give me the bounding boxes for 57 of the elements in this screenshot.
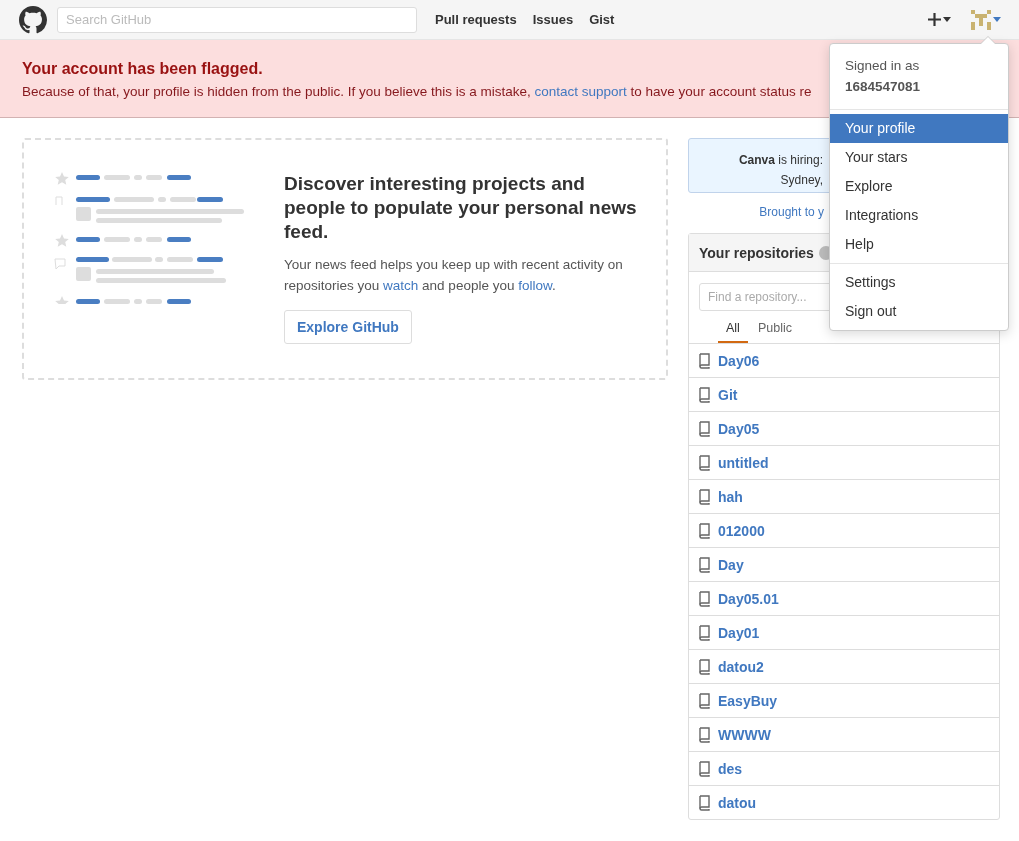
repository-link[interactable]: des xyxy=(718,760,743,777)
menu-item[interactable]: Your profile xyxy=(830,114,1008,143)
job-ad-text: Sydney, xyxy=(779,172,823,189)
menu-item[interactable]: Settings xyxy=(830,268,1008,297)
book-icon xyxy=(699,488,711,505)
signed-in-label: Signed in as xyxy=(845,58,920,73)
repository-link[interactable]: Day xyxy=(718,556,744,573)
book-icon xyxy=(699,454,711,471)
repository-link[interactable]: Day01 xyxy=(718,624,760,641)
repository-link[interactable]: datou xyxy=(718,794,757,811)
book-icon xyxy=(699,420,711,437)
book-icon xyxy=(699,794,711,811)
repository-link[interactable]: hah xyxy=(718,488,743,505)
sponsor-text: Brought to y xyxy=(759,205,824,219)
news-heading: Discover interesting projects and people to populate your personal news feed. xyxy=(284,172,638,244)
book-icon xyxy=(699,658,711,675)
repository-link[interactable]: datou2 xyxy=(718,658,764,675)
menu-item[interactable]: Sign out xyxy=(830,297,1008,326)
plus-icon[interactable] xyxy=(928,13,941,26)
flash-title: Your account has been flagged. xyxy=(22,60,263,78)
book-icon xyxy=(699,726,711,743)
repository-link[interactable]: Day05 xyxy=(718,420,760,437)
search-field[interactable]: Search GitHub xyxy=(57,6,417,33)
nav-link[interactable]: Issues xyxy=(532,12,574,27)
book-icon xyxy=(699,624,711,641)
repository-link[interactable]: WWWW xyxy=(718,726,771,743)
book-icon xyxy=(699,522,711,539)
book-icon xyxy=(699,386,711,403)
book-icon xyxy=(699,692,711,709)
news-description: Your news feed helps you keep up with recent activity on repositories you watch and people you follow. xyxy=(284,256,624,295)
contact-support-link[interactable]: contact support xyxy=(534,84,627,99)
book-icon xyxy=(699,556,711,573)
repository-link[interactable]: Git xyxy=(718,386,738,403)
explore-github-button[interactable]: Explore GitHub xyxy=(284,310,412,344)
filter-tab[interactable]: Public xyxy=(749,319,800,343)
menu-item[interactable]: Explore xyxy=(830,172,1008,201)
job-ad-text: Canva is hiring: xyxy=(737,152,823,169)
book-icon xyxy=(699,590,711,607)
octocat-logo-icon[interactable] xyxy=(19,5,47,34)
menu-item[interactable]: Integrations xyxy=(830,201,1008,230)
repository-link[interactable]: untitled xyxy=(718,454,769,471)
watch-link[interactable]: watch xyxy=(383,278,419,293)
repository-link[interactable]: 012000 xyxy=(718,522,765,539)
menu-item[interactable]: Help xyxy=(830,230,1008,259)
panel-title: Your repositories xyxy=(699,244,814,261)
follow-link[interactable]: follow xyxy=(518,278,552,293)
book-icon xyxy=(699,352,711,369)
nav-link[interactable]: Pull requests xyxy=(435,12,517,27)
nav-link[interactable]: Gist xyxy=(589,12,615,27)
username: 1684547081 xyxy=(845,78,922,96)
repository-link[interactable]: Day06 xyxy=(718,352,760,369)
menu-item[interactable]: Your stars xyxy=(830,143,1008,172)
caret-icon[interactable] xyxy=(943,17,951,22)
repository-link[interactable]: EasyBuy xyxy=(718,692,778,709)
book-icon xyxy=(699,760,711,777)
repository-link[interactable]: Day05.01 xyxy=(718,590,779,607)
filter-tab[interactable]: All xyxy=(718,319,748,343)
